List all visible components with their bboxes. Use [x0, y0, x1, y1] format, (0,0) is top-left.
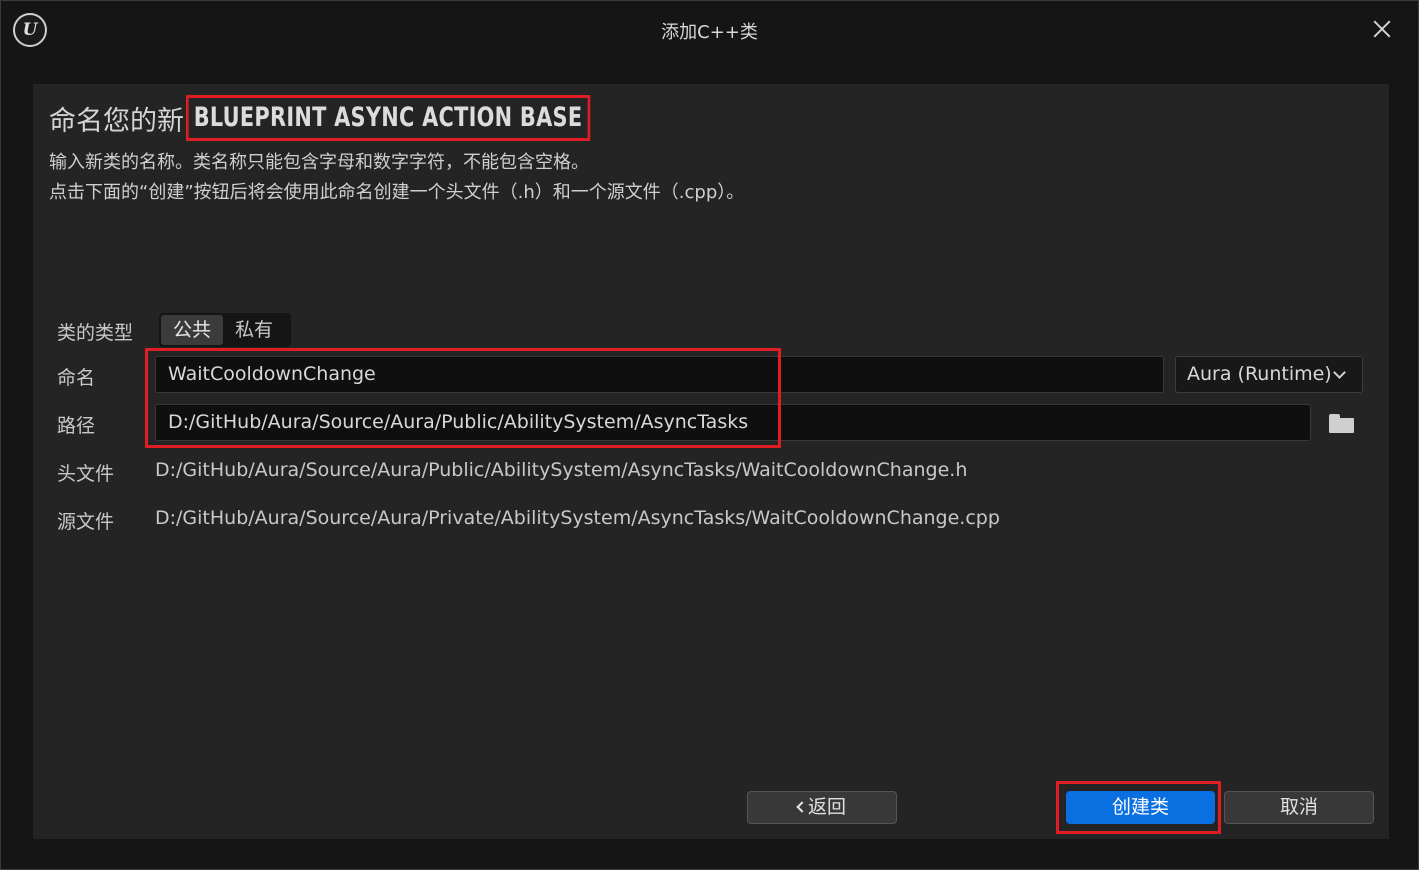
class-type-label: 类的类型: [57, 322, 134, 344]
page-title: 命名您的新 BLUEPRINT ASYNC ACTION BASE: [49, 95, 656, 141]
class-type-public-option[interactable]: 公共: [161, 315, 224, 345]
module-dropdown-value: Aura (Runtime): [1187, 363, 1332, 385]
window-title: 添加C++类: [661, 22, 758, 43]
parent-class-name: BLUEPRINT ASYNC ACTION BASE: [186, 95, 591, 141]
back-button[interactable]: 返回: [747, 791, 897, 824]
class-name-input[interactable]: WaitCooldownChange: [155, 356, 1164, 393]
title-prefix: 命名您的新: [49, 105, 184, 137]
main-panel: 命名您的新 BLUEPRINT ASYNC ACTION BASE 输入新类的名…: [33, 84, 1389, 839]
header-file-path: D:/GitHub/Aura/Source/Aura/Public/Abilit…: [155, 459, 968, 481]
create-class-button[interactable]: 创建类: [1066, 791, 1215, 824]
add-cpp-class-dialog: U 添加C++类 命名您的新 BLUEPRINT ASYNC ACTION BA…: [0, 0, 1419, 870]
close-icon[interactable]: [1370, 17, 1394, 41]
description-line-2: 点击下面的“创建”按钮后将会使用此命名创建一个头文件（.h）和一个源文件（.cp…: [49, 182, 745, 203]
path-input[interactable]: D:/GitHub/Aura/Source/Aura/Public/Abilit…: [155, 404, 1311, 441]
folder-icon[interactable]: [1329, 414, 1355, 434]
back-button-label: 返回: [807, 796, 846, 818]
source-file-path: D:/GitHub/Aura/Source/Aura/Private/Abili…: [155, 507, 1000, 529]
description-line-1: 输入新类的名称。类名称只能包含字母和数字字符，不能包含空格。: [49, 152, 589, 173]
class-form: 类的类型 公共 私有 命名 WaitCooldownChange Aura (R…: [49, 302, 1369, 548]
module-dropdown[interactable]: Aura (Runtime): [1175, 356, 1363, 393]
chevron-left-icon: [796, 801, 808, 813]
class-type-toggle: 公共 私有: [159, 313, 291, 347]
class-type-private-option[interactable]: 私有: [223, 315, 285, 345]
source-file-label: 源文件: [57, 511, 115, 533]
chevron-down-icon: [1333, 366, 1346, 379]
cancel-button[interactable]: 取消: [1224, 791, 1374, 824]
header-file-label: 头文件: [57, 463, 115, 485]
name-label: 命名: [57, 367, 96, 389]
title-bar: U 添加C++类: [1, 1, 1418, 63]
path-label: 路径: [57, 415, 96, 437]
